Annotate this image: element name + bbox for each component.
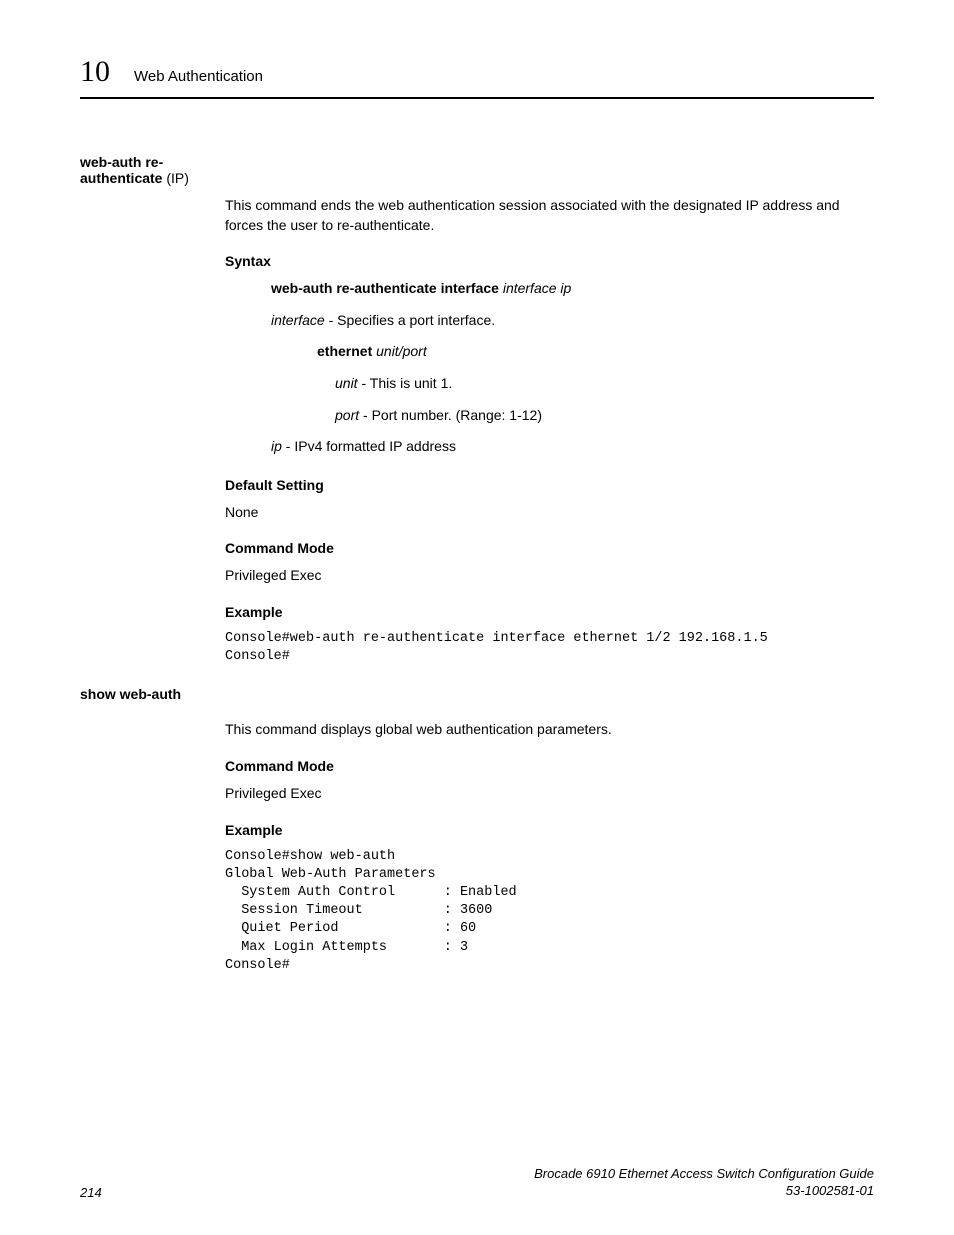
doc-title: Brocade 6910 Ethernet Access Switch Conf… <box>534 1166 874 1183</box>
command-show-webauth: show web-auth <box>80 686 874 702</box>
command-name-bold: web-auth re-authenticate <box>80 154 163 186</box>
example-code: Console#web-auth re-authenticate interfa… <box>225 630 874 666</box>
param-desc: - Port number. (Range: 1-12) <box>359 407 542 423</box>
doc-id: 53-1002581-01 <box>534 1183 874 1200</box>
example-heading: Example <box>225 822 874 838</box>
param-ip: ip - IPv4 formatted IP address <box>271 437 874 457</box>
mode-text: Privileged Exec <box>225 784 874 804</box>
param-desc: - This is unit 1. <box>358 375 453 391</box>
param-unit: unit - This is unit 1. <box>335 374 874 394</box>
syntax-params: interface ip <box>499 280 571 296</box>
default-heading: Default Setting <box>225 477 874 493</box>
chapter-title: Web Authentication <box>134 68 263 85</box>
command-name-suffix: (IP) <box>162 170 188 186</box>
param-desc: - IPv4 formatted IP address <box>282 438 456 454</box>
syntax-command: web-auth re-authenticate interface <box>271 280 499 296</box>
param-ethernet: ethernet unit/port <box>317 342 874 362</box>
command-webauth-reauth: web-auth re-authenticate (IP) <box>80 154 874 186</box>
param-name: ip <box>271 438 282 454</box>
param-args: unit/port <box>372 343 426 359</box>
mode-heading: Command Mode <box>225 540 874 556</box>
example-code: Console#show web-auth Global Web-Auth Pa… <box>225 848 874 976</box>
command-description: This command ends the web authentication… <box>225 196 874 235</box>
mode-text: Privileged Exec <box>225 566 874 586</box>
page-header: 10 Web Authentication <box>80 55 874 99</box>
param-port: port - Port number. (Range: 1-12) <box>335 406 874 426</box>
param-desc: - Specifies a port interface. <box>325 312 495 328</box>
param-name: ethernet <box>317 343 372 359</box>
mode-heading: Command Mode <box>225 758 874 774</box>
param-name: port <box>335 407 359 423</box>
page-footer: 214 Brocade 6910 Ethernet Access Switch … <box>80 1166 874 1200</box>
command-name: show web-auth <box>80 686 225 702</box>
command-name: web-auth re-authenticate (IP) <box>80 154 225 186</box>
example-heading: Example <box>225 604 874 620</box>
param-name: interface <box>271 312 325 328</box>
command-description: This command displays global web authent… <box>225 720 874 740</box>
default-text: None <box>225 503 874 523</box>
chapter-number: 10 <box>80 55 110 89</box>
param-interface: interface - Specifies a port interface. <box>271 311 874 331</box>
syntax-heading: Syntax <box>225 253 874 269</box>
syntax-line: web-auth re-authenticate interface inter… <box>271 279 874 299</box>
page-number: 214 <box>80 1185 102 1200</box>
param-name: unit <box>335 375 358 391</box>
